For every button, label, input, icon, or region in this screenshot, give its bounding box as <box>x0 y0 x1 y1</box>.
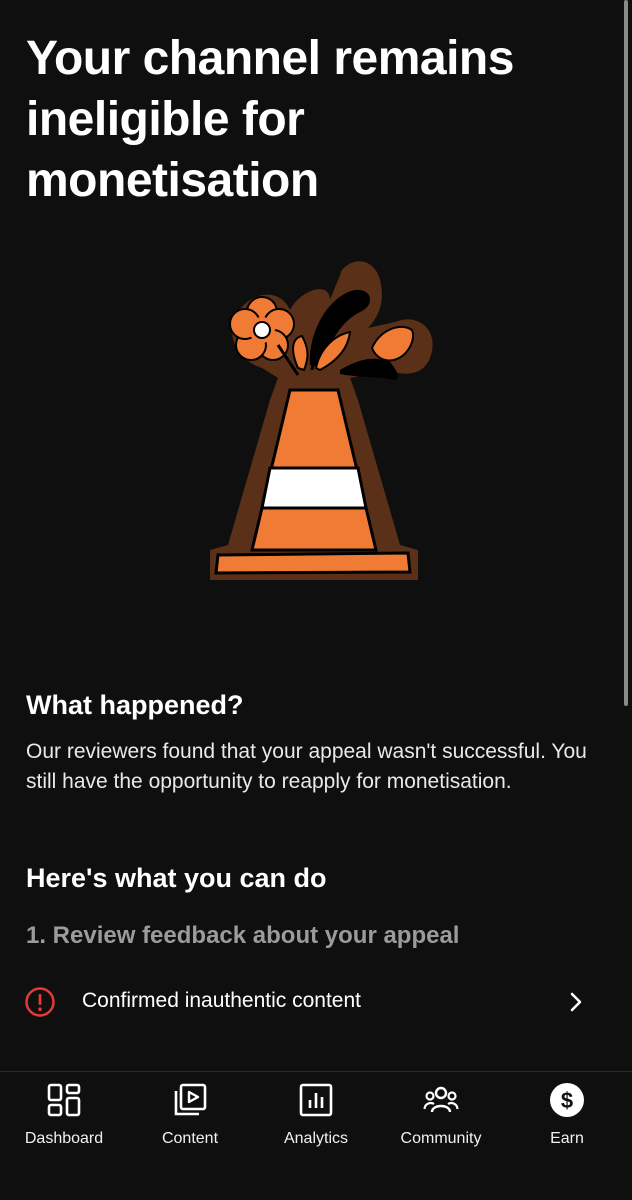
nav-item-content[interactable]: Content <box>127 1082 253 1162</box>
nav-item-analytics[interactable]: Analytics <box>253 1082 379 1162</box>
nav-label-community: Community <box>400 1130 482 1147</box>
step-1-title: 1. Review feedback about your appeal <box>26 922 460 949</box>
nav-label-earn: Earn <box>550 1130 584 1147</box>
nav-item-earn[interactable]: $ Earn <box>504 1082 630 1162</box>
chevron-right-icon <box>570 992 582 1012</box>
traffic-cone-illustration <box>210 261 433 580</box>
nav-label-content: Content <box>161 1130 219 1147</box>
nav-item-dashboard[interactable]: Dashboard <box>1 1082 127 1162</box>
scroll-area[interactable]: Your channel remains ineligible for mone… <box>0 0 632 1070</box>
screen: Your channel remains ineligible for mone… <box>0 0 632 1200</box>
earn-icon: $ <box>550 1083 584 1117</box>
what-happened-heading: What happened? <box>26 690 244 720</box>
feedback-item-label: Confirmed inauthentic content <box>82 989 361 1012</box>
alert-circle-icon <box>25 987 55 1017</box>
dashboard-icon <box>47 1083 81 1117</box>
what-you-can-do-heading: Here's what you can do <box>26 863 327 893</box>
nav-label-dashboard: Dashboard <box>24 1130 104 1147</box>
bottom-navigation: Dashboard Content Analytics Community $ … <box>0 1071 632 1200</box>
analytics-icon <box>299 1083 333 1117</box>
feedback-item-inauthentic-content[interactable]: Confirmed inauthentic content <box>0 972 632 1032</box>
content-icon <box>174 1083 207 1116</box>
community-icon <box>423 1086 459 1113</box>
what-happened-body: Our reviewers found that your appeal was… <box>26 740 587 793</box>
nav-label-analytics: Analytics <box>283 1130 349 1147</box>
svg-text:$: $ <box>561 1088 573 1113</box>
nav-item-community[interactable]: Community <box>378 1082 504 1162</box>
scrollbar[interactable] <box>624 0 628 706</box>
page-title: Your channel remains ineligible for mone… <box>26 32 514 207</box>
